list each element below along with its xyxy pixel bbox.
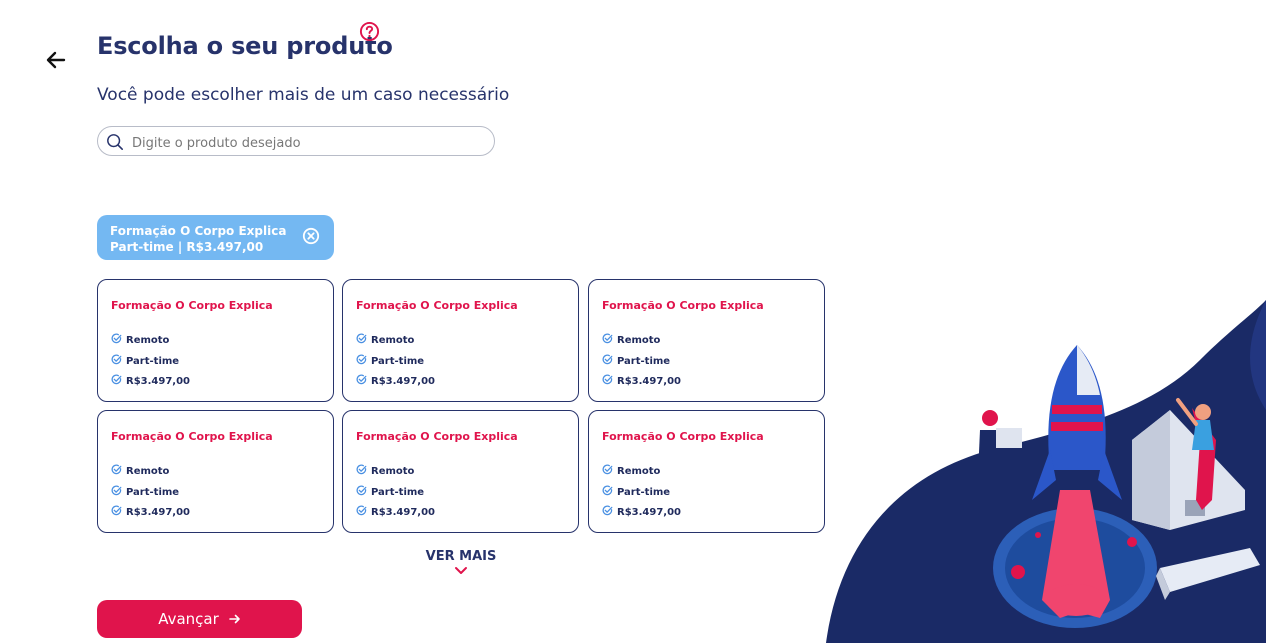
product-feature-label: R$3.497,00 xyxy=(617,507,682,518)
product-feature: Part-time xyxy=(602,354,670,368)
selected-product-chip: Formação O Corpo Explica Part-time | R$3… xyxy=(97,215,334,260)
rocket-launch-illustration xyxy=(826,300,1266,643)
check-circle-icon xyxy=(111,354,122,365)
next-button[interactable]: Avançar xyxy=(97,600,302,638)
check-circle-icon xyxy=(602,354,613,365)
product-card[interactable]: Formação O Corpo Explica Remoto Part-time R… xyxy=(97,410,334,533)
product-title: Formação O Corpo Explica xyxy=(111,299,273,312)
product-feature-label: R$3.497,00 xyxy=(371,376,436,387)
product-feature-label: Part-time xyxy=(617,356,671,367)
product-feature-label: R$3.497,00 xyxy=(371,507,436,518)
product-feature: R$3.497,00 xyxy=(602,374,681,388)
product-feature: Remoto xyxy=(111,333,169,347)
check-circle-icon xyxy=(356,374,367,385)
product-feature-label: Part-time xyxy=(617,487,671,498)
help-icon[interactable] xyxy=(359,21,380,42)
product-feature-label: R$3.497,00 xyxy=(126,376,191,387)
product-feature-label: Remoto xyxy=(126,466,170,477)
arrow-right-icon xyxy=(228,614,240,624)
product-title: Formação O Corpo Explica xyxy=(602,430,764,443)
check-circle-icon xyxy=(356,505,367,516)
product-title: Formação O Corpo Explica xyxy=(356,430,518,443)
product-title: Formação O Corpo Explica xyxy=(602,299,764,312)
product-title: Formação O Corpo Explica xyxy=(111,430,273,443)
product-feature-label: Remoto xyxy=(371,335,415,346)
product-card[interactable]: Formação O Corpo Explica Remoto Part-time R… xyxy=(342,279,579,402)
check-circle-icon xyxy=(111,464,122,475)
product-feature: Remoto xyxy=(111,464,169,478)
product-card[interactable]: Formação O Corpo Explica Remoto Part-time R… xyxy=(588,410,825,533)
search-icon xyxy=(107,134,124,151)
check-circle-icon xyxy=(356,333,367,344)
check-circle-icon xyxy=(111,374,122,385)
product-feature: Part-time xyxy=(111,354,179,368)
check-circle-icon xyxy=(602,505,613,516)
product-title: Formação O Corpo Explica xyxy=(356,299,518,312)
see-more-label: VER MAIS xyxy=(425,549,497,564)
product-card[interactable]: Formação O Corpo Explica Remoto Part-time R… xyxy=(588,279,825,402)
close-circle-icon[interactable] xyxy=(302,227,320,245)
check-circle-icon xyxy=(602,485,613,496)
product-feature-label: Part-time xyxy=(126,487,180,498)
product-feature: R$3.497,00 xyxy=(111,374,190,388)
product-feature: Remoto xyxy=(356,464,414,478)
product-card[interactable]: Formação O Corpo Explica Remoto Part-time R… xyxy=(97,279,334,402)
product-feature: Remoto xyxy=(602,464,660,478)
product-feature-label: Remoto xyxy=(617,335,661,346)
next-button-label: Avançar xyxy=(158,610,219,628)
check-circle-icon xyxy=(111,485,122,496)
product-feature-label: Part-time xyxy=(126,356,180,367)
check-circle-icon xyxy=(602,464,613,475)
check-circle-icon xyxy=(602,333,613,344)
product-feature: Part-time xyxy=(602,485,670,499)
see-more-button[interactable]: VER MAIS xyxy=(420,549,502,576)
check-circle-icon xyxy=(356,464,367,475)
product-feature-label: Remoto xyxy=(126,335,170,346)
product-feature: Part-time xyxy=(356,354,424,368)
product-feature: R$3.497,00 xyxy=(602,505,681,519)
check-circle-icon xyxy=(111,333,122,344)
product-feature: Remoto xyxy=(356,333,414,347)
product-feature-label: R$3.497,00 xyxy=(126,507,191,518)
check-circle-icon xyxy=(356,354,367,365)
check-circle-icon xyxy=(356,485,367,496)
search-input[interactable] xyxy=(130,132,484,154)
product-feature: R$3.497,00 xyxy=(356,374,435,388)
page-title: Escolha o seu produto xyxy=(97,32,393,60)
product-feature-label: Part-time xyxy=(371,487,425,498)
check-circle-icon xyxy=(602,374,613,385)
selected-product-name: Formação O Corpo Explica xyxy=(110,224,287,238)
product-feature: R$3.497,00 xyxy=(356,505,435,519)
product-feature-label: Remoto xyxy=(617,466,661,477)
product-feature-label: Part-time xyxy=(371,356,425,367)
product-feature: R$3.497,00 xyxy=(111,505,190,519)
product-feature: Part-time xyxy=(356,485,424,499)
product-feature: Part-time xyxy=(111,485,179,499)
page-subtitle: Você pode escolher mais de um caso neces… xyxy=(97,85,510,105)
search-bar xyxy=(97,126,495,156)
check-circle-icon xyxy=(111,505,122,516)
selected-product-detail: Part-time | R$3.497,00 xyxy=(110,240,264,254)
product-feature-label: R$3.497,00 xyxy=(617,376,682,387)
back-arrow-icon[interactable] xyxy=(44,48,68,72)
product-feature-label: Remoto xyxy=(371,466,415,477)
product-card[interactable]: Formação O Corpo Explica Remoto Part-time R… xyxy=(342,410,579,533)
chevron-down-icon xyxy=(455,567,467,574)
product-feature: Remoto xyxy=(602,333,660,347)
